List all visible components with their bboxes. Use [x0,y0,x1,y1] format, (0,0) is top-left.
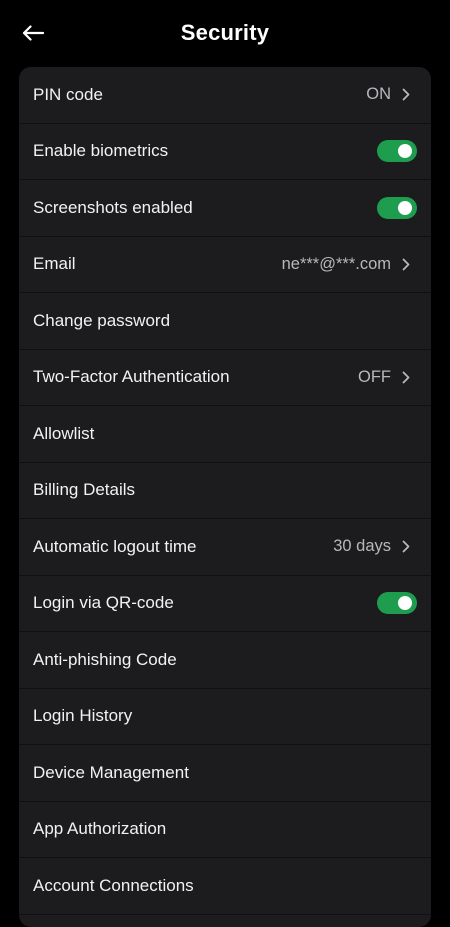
settings-row-label: Change password [33,310,171,330]
settings-row-label: App Authorization [33,819,167,839]
settings-row-anti-phishing-code[interactable]: Anti-phishing Code [19,632,431,689]
settings-row-label: Two-Factor Authentication [33,367,230,387]
settings-row-label: Anti-phishing Code [33,649,177,669]
toggle-switch[interactable] [377,140,417,163]
settings-row-account-connections[interactable]: Account Connections [19,858,431,915]
settings-row-device-management[interactable]: Device Management [19,745,431,802]
settings-row-label: Login History [33,706,133,726]
settings-row-automatic-logout-time[interactable]: Automatic logout time 30 days [19,519,431,576]
toggle-knob [398,200,412,215]
settings-row-screenshots-enabled[interactable]: Screenshots enabled [19,180,431,237]
settings-row-label: Billing Details [33,480,136,500]
settings-row-label: Login via QR-code [33,593,174,613]
chevron-right-icon [399,370,413,384]
settings-row-login-via-qr-code[interactable]: Login via QR-code [19,576,431,632]
settings-row-value: 30 days [333,537,391,556]
back-button[interactable] [20,20,46,46]
toggle-switch[interactable] [377,196,417,219]
settings-row-pin-code[interactable]: PIN code ON [19,67,431,124]
toggle-knob [398,144,412,159]
page-title: Security [180,20,270,45]
settings-row-change-password[interactable]: Change password [19,293,431,350]
settings-row-two-factor-authentication[interactable]: Two-Factor Authentication OFF [19,350,431,406]
settings-row-allowlist[interactable]: Allowlist [19,406,431,463]
settings-row-label: Allowlist [33,423,95,443]
settings-row-value: ON [366,85,391,104]
toggle-knob [398,596,412,611]
chevron-right-icon [399,257,413,271]
toggle-switch[interactable] [377,592,417,615]
settings-row-billing-details[interactable]: Billing Details [19,463,431,519]
settings-row-label: Account Connections [33,875,194,895]
settings-row-login-history[interactable]: Login History [19,689,431,745]
arrow-left-icon [22,25,44,41]
settings-row-value: ne***@***.com [281,254,391,273]
chevron-right-icon [399,540,413,554]
settings-row-label: Automatic logout time [33,536,197,556]
settings-list: PIN code ON Enable biometrics Screenshots e… [19,67,431,927]
settings-row-label: Screenshots enabled [33,197,193,217]
header: Security [0,0,450,68]
chevron-right-icon [399,88,413,102]
settings-row-enable-biometrics[interactable]: Enable biometrics [19,124,431,180]
settings-row-email[interactable]: Email ne***@***.com [19,237,431,293]
settings-row-label: Device Management [33,762,189,782]
settings-row-label: Email [33,254,76,274]
settings-row-label: PIN code [33,84,103,104]
settings-row-app-authorization[interactable]: App Authorization [19,802,431,858]
settings-row-value: OFF [358,367,391,386]
settings-row-label: Enable biometrics [33,141,169,161]
